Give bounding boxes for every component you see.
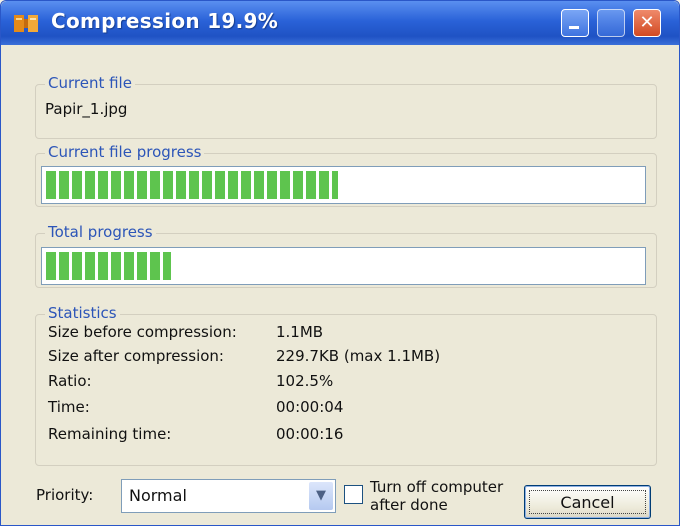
stat-value-size-before: 1.1MB [276, 323, 324, 341]
stat-label-remaining-time: Remaining time: [48, 425, 172, 443]
stat-value-remaining-time: 00:00:16 [276, 425, 344, 443]
turn-off-label-line1: Turn off computer [370, 478, 504, 496]
stat-value-time: 00:00:04 [276, 398, 344, 416]
close-icon: ✕ [639, 12, 655, 33]
compression-window: Compression 19.9% ✕ Current file Papir_1… [0, 0, 680, 526]
cancel-label: Cancel [560, 493, 615, 512]
cancel-button[interactable]: Cancel [524, 485, 651, 519]
priority-label: Priority: [36, 486, 94, 504]
stat-label-size-after: Size after compression: [48, 347, 224, 365]
title-bar[interactable]: Compression 19.9% ✕ [1, 1, 679, 45]
stat-value-ratio: 102.5% [276, 372, 334, 390]
priority-select[interactable]: Normal ▼ [121, 479, 336, 513]
current-file-name: Papir_1.jpg [45, 100, 128, 118]
stat-label-ratio: Ratio: [48, 372, 92, 390]
current-file-progress-fill [46, 171, 338, 199]
turn-off-label-line2: after done [370, 496, 448, 514]
statistics-label: Statistics [45, 304, 120, 322]
maximize-button [597, 9, 625, 37]
close-button[interactable]: ✕ [633, 9, 661, 37]
turn-off-checkbox[interactable] [344, 485, 363, 504]
current-file-progress-label: Current file progress [45, 143, 205, 161]
app-icon [14, 15, 38, 32]
minimize-button[interactable] [561, 9, 589, 37]
window-title: Compression 19.9% [51, 9, 279, 33]
current-file-progress-bar [41, 166, 646, 204]
current-file-group [35, 84, 657, 139]
total-progress-label: Total progress [45, 223, 156, 241]
minimize-icon [569, 26, 579, 29]
dropdown-arrow-icon[interactable]: ▼ [309, 482, 333, 510]
stat-label-time: Time: [48, 398, 90, 416]
current-file-label: Current file [45, 74, 135, 92]
stat-value-size-after: 229.7KB (max 1.1MB) [276, 347, 441, 365]
total-progress-bar [41, 247, 646, 285]
stat-label-size-before: Size before compression: [48, 323, 237, 341]
priority-value: Normal [129, 486, 187, 505]
total-progress-fill [46, 252, 171, 280]
